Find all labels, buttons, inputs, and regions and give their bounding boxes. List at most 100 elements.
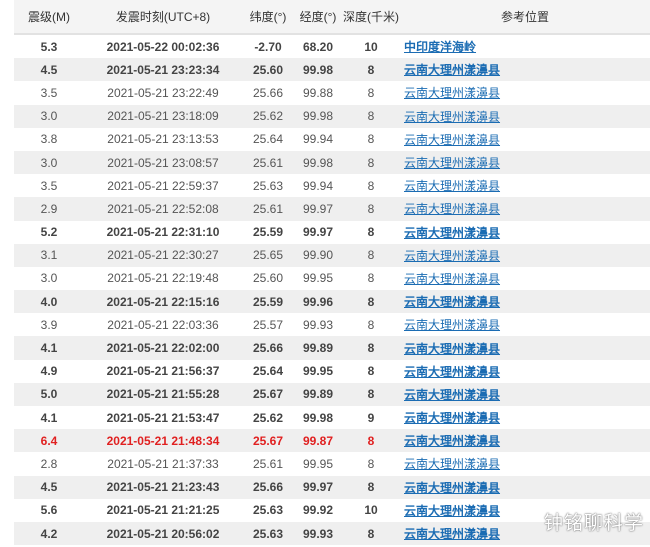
time-cell: 2021-05-21 21:37:33 [107, 456, 219, 471]
time-cell: 2021-05-21 23:13:53 [107, 132, 219, 147]
magnitude-cell: 3.8 [40, 132, 58, 147]
location-cell: 云南大理州漾濞县 [400, 336, 650, 360]
location-cell: 中印度洋海岭 [400, 34, 650, 58]
latitude-cell: 25.60 [242, 58, 294, 82]
location-link[interactable]: 云南大理州漾濞县 [404, 342, 500, 356]
earthquake-table: 震级(M) 发震时刻(UTC+8) 纬度(°) 经度(°) 深度(千米) 参考位… [14, 0, 650, 546]
location-link[interactable]: 云南大理州漾濞县 [404, 110, 500, 124]
longitude-cell: 99.97 [294, 197, 342, 221]
magnitude-cell: 6.4 [14, 429, 84, 453]
magnitude-cell: 5.0 [14, 382, 84, 406]
depth-cell: 8 [367, 225, 375, 240]
location-link[interactable]: 云南大理州漾濞县 [404, 226, 500, 240]
time-cell: 2021-05-21 22:59:37 [107, 178, 219, 193]
location-link[interactable]: 云南大理州漾濞县 [404, 481, 500, 495]
depth-cell: 8 [342, 150, 400, 175]
table-row: 4.9 2021-05-21 21:56:37 25.64 99.95 8 云南大理州漾濞… [14, 360, 650, 383]
location-link[interactable]: 云南大理州漾濞县 [404, 202, 500, 216]
header-magnitude: 震级(M) [14, 0, 84, 35]
depth-cell: 8 [342, 58, 400, 82]
time-cell: 2021-05-21 21:56:37 [106, 364, 220, 379]
location-link[interactable]: 云南大理州漾濞县 [404, 179, 500, 193]
table-row: 3.1 2021-05-21 22:30:27 25.65 99.90 8 云南大理州漾濞… [14, 243, 650, 267]
longitude-cell: 99.98 [294, 58, 342, 82]
latitude-cell: 25.63 [252, 178, 284, 193]
location-cell: 云南大理州漾濞县 [400, 128, 650, 151]
longitude-cell: 99.89 [294, 336, 342, 360]
watermark: 钟铭聊科学 [543, 513, 644, 534]
time-cell: 2021-05-21 22:19:48 [107, 271, 219, 286]
table-row: 4.1 2021-05-21 21:53:47 25.62 99.98 9 云南大理州漾濞… [14, 406, 650, 429]
latitude-cell: 25.61 [242, 150, 294, 175]
table-body: 5.3 2021-05-22 00:02:36 -2.70 68.20 10 中印度洋海岭… [14, 34, 650, 546]
magnitude-cell: 4.1 [14, 336, 84, 360]
time-cell: 2021-05-21 23:18:09 [84, 104, 242, 128]
depth-cell: 8 [342, 197, 400, 221]
latitude-cell: 25.65 [242, 243, 294, 267]
magnitude-cell: 4.1 [40, 410, 58, 425]
location-link[interactable]: 云南大理州漾濞县 [404, 388, 500, 402]
location-cell: 云南大理州漾濞县 [400, 174, 650, 197]
latitude-cell: 25.61 [252, 456, 284, 471]
latitude-cell: 25.59 [252, 225, 284, 240]
location-cell: 云南大理州漾濞县 [400, 58, 650, 82]
location-link[interactable]: 云南大理州漾濞县 [404, 295, 500, 309]
time-cell: 2021-05-22 00:02:36 [106, 39, 220, 54]
location-cell: 云南大理州漾濞县 [400, 290, 650, 314]
magnitude-cell: 4.2 [14, 521, 84, 546]
longitude-cell: 68.20 [302, 39, 334, 54]
table-row: 3.8 2021-05-21 23:13:53 25.64 99.94 8 云南大理州漾濞… [14, 128, 650, 151]
depth-cell: 8 [367, 456, 375, 471]
location-cell: 云南大理州漾濞县 [400, 267, 650, 290]
table-row: 4.0 2021-05-21 22:15:16 25.59 99.96 8 云南大理州漾濞… [14, 290, 650, 314]
depth-cell: 8 [342, 243, 400, 267]
magnitude-cell: 5.6 [40, 503, 58, 518]
depth-cell: 8 [367, 132, 375, 147]
location-link[interactable]: 云南大理州漾濞县 [404, 411, 500, 425]
depth-cell: 8 [342, 521, 400, 546]
header-location: 参考位置 [400, 0, 650, 35]
location-link[interactable]: 云南大理州漾濞县 [404, 133, 500, 147]
magnitude-cell: 4.5 [14, 58, 84, 82]
latitude-cell: 25.57 [252, 317, 284, 332]
location-link[interactable]: 云南大理州漾濞县 [404, 249, 500, 263]
latitude-cell: 25.66 [242, 336, 294, 360]
location-link[interactable]: 云南大理州漾濞县 [404, 504, 500, 518]
time-cell: 2021-05-21 23:22:49 [107, 85, 219, 100]
longitude-cell: 99.87 [294, 429, 342, 453]
location-link[interactable]: 云南大理州漾濞县 [404, 365, 500, 379]
latitude-cell: 25.64 [252, 364, 284, 379]
longitude-cell: 99.96 [294, 290, 342, 314]
time-cell: 2021-05-21 22:52:08 [84, 197, 242, 221]
latitude-cell: -2.70 [254, 39, 282, 54]
time-cell: 2021-05-21 22:03:36 [107, 317, 219, 332]
depth-cell: 8 [367, 271, 375, 286]
depth-cell: 8 [342, 336, 400, 360]
location-link[interactable]: 云南大理州漾濞县 [404, 318, 500, 332]
table-row: 3.0 2021-05-21 23:18:09 25.62 99.98 8 云南大理州漾濞… [14, 104, 650, 128]
longitude-cell: 99.93 [294, 521, 342, 546]
magnitude-cell: 3.9 [40, 317, 58, 332]
location-link[interactable]: 云南大理州漾濞县 [404, 63, 500, 77]
magnitude-cell: 3.0 [14, 104, 84, 128]
longitude-cell: 99.89 [294, 382, 342, 406]
time-cell: 2021-05-21 22:31:10 [106, 225, 220, 240]
time-cell: 2021-05-21 21:53:47 [106, 410, 220, 425]
longitude-cell: 99.97 [294, 475, 342, 499]
depth-cell: 8 [367, 364, 375, 379]
location-link[interactable]: 云南大理州漾濞县 [404, 156, 500, 170]
magnitude-cell: 5.3 [40, 39, 58, 54]
depth-cell: 8 [342, 382, 400, 406]
magnitude-cell: 5.2 [40, 225, 58, 240]
location-link[interactable]: 云南大理州漾濞县 [404, 86, 500, 100]
table-row: 2.8 2021-05-21 21:37:33 25.61 99.95 8 云南大理州漾濞… [14, 452, 650, 475]
location-link[interactable]: 云南大理州漾濞县 [404, 272, 500, 286]
depth-cell: 8 [342, 104, 400, 128]
latitude-cell: 25.67 [242, 382, 294, 406]
table-row: 3.9 2021-05-21 22:03:36 25.57 99.93 8 云南大理州漾濞… [14, 313, 650, 336]
location-link[interactable]: 云南大理州漾濞县 [404, 457, 500, 471]
location-link[interactable]: 云南大理州漾濞县 [404, 527, 500, 541]
location-link[interactable]: 云南大理州漾濞县 [404, 434, 500, 448]
location-link[interactable]: 中印度洋海岭 [404, 40, 476, 54]
longitude-cell: 99.98 [294, 104, 342, 128]
